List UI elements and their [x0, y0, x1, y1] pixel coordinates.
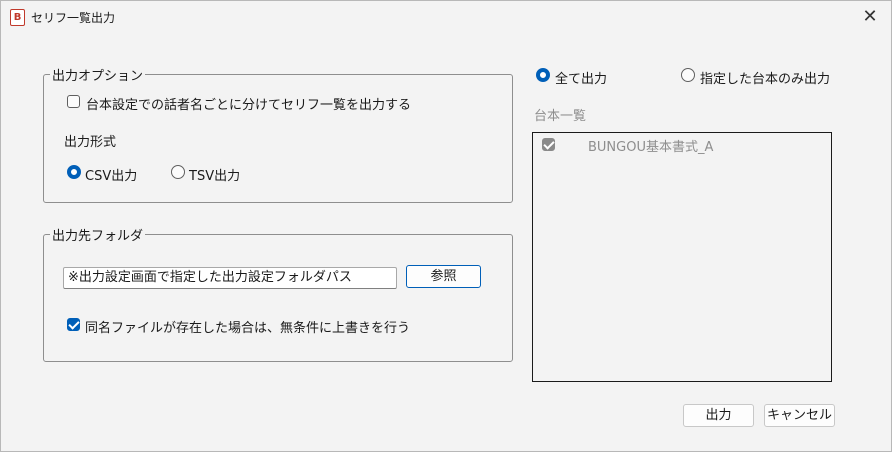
dialog-window: B セリフ一覧出力 ✕ 出力オプション 台本設定での話者名ごとに分けてセリフ一覧…: [0, 0, 892, 452]
script-list[interactable]: BUNGOU基本書式_A: [532, 132, 832, 382]
csv-radio[interactable]: [67, 165, 81, 179]
output-selected-radio[interactable]: [681, 68, 695, 82]
output-selected-label[interactable]: 指定した台本のみ出力: [700, 68, 830, 87]
script-item-checkbox[interactable]: [542, 138, 555, 151]
tsv-radio[interactable]: [171, 165, 185, 179]
overwrite-checkbox[interactable]: [67, 318, 80, 331]
cancel-button[interactable]: キャンセル: [764, 404, 835, 427]
split-by-speaker-label[interactable]: 台本設定での話者名ごとに分けてセリフ一覧を出力する: [86, 94, 411, 113]
close-button[interactable]: ✕: [857, 5, 883, 29]
close-icon: ✕: [862, 6, 878, 27]
csv-radio-label[interactable]: CSV出力: [85, 165, 137, 184]
output-folder-legend: 出力先フォルダ: [52, 229, 144, 244]
split-by-speaker-checkbox[interactable]: [67, 95, 80, 108]
output-button[interactable]: 出力: [683, 404, 754, 427]
output-all-radio[interactable]: [536, 68, 550, 82]
browse-button[interactable]: 参照: [406, 265, 481, 288]
overwrite-label[interactable]: 同名ファイルが存在した場合は、無条件に上書きを行う: [85, 317, 410, 336]
output-folder-group: 出力先フォルダ: [43, 225, 513, 362]
tsv-radio-label[interactable]: TSV出力: [189, 165, 240, 184]
output-all-label[interactable]: 全て出力: [555, 68, 607, 87]
app-icon: B: [10, 9, 25, 26]
output-options-legend: 出力オプション: [52, 69, 144, 84]
window-title: セリフ一覧出力: [31, 11, 116, 25]
output-folder-path-field[interactable]: ※出力設定画面で指定した出力設定フォルダパス: [63, 267, 397, 289]
title-bar[interactable]: B セリフ一覧出力 ✕: [1, 1, 891, 33]
script-list-heading: 台本一覧: [534, 109, 587, 124]
script-item-label[interactable]: BUNGOU基本書式_A: [588, 136, 713, 155]
output-format-heading: 出力形式: [64, 135, 117, 150]
